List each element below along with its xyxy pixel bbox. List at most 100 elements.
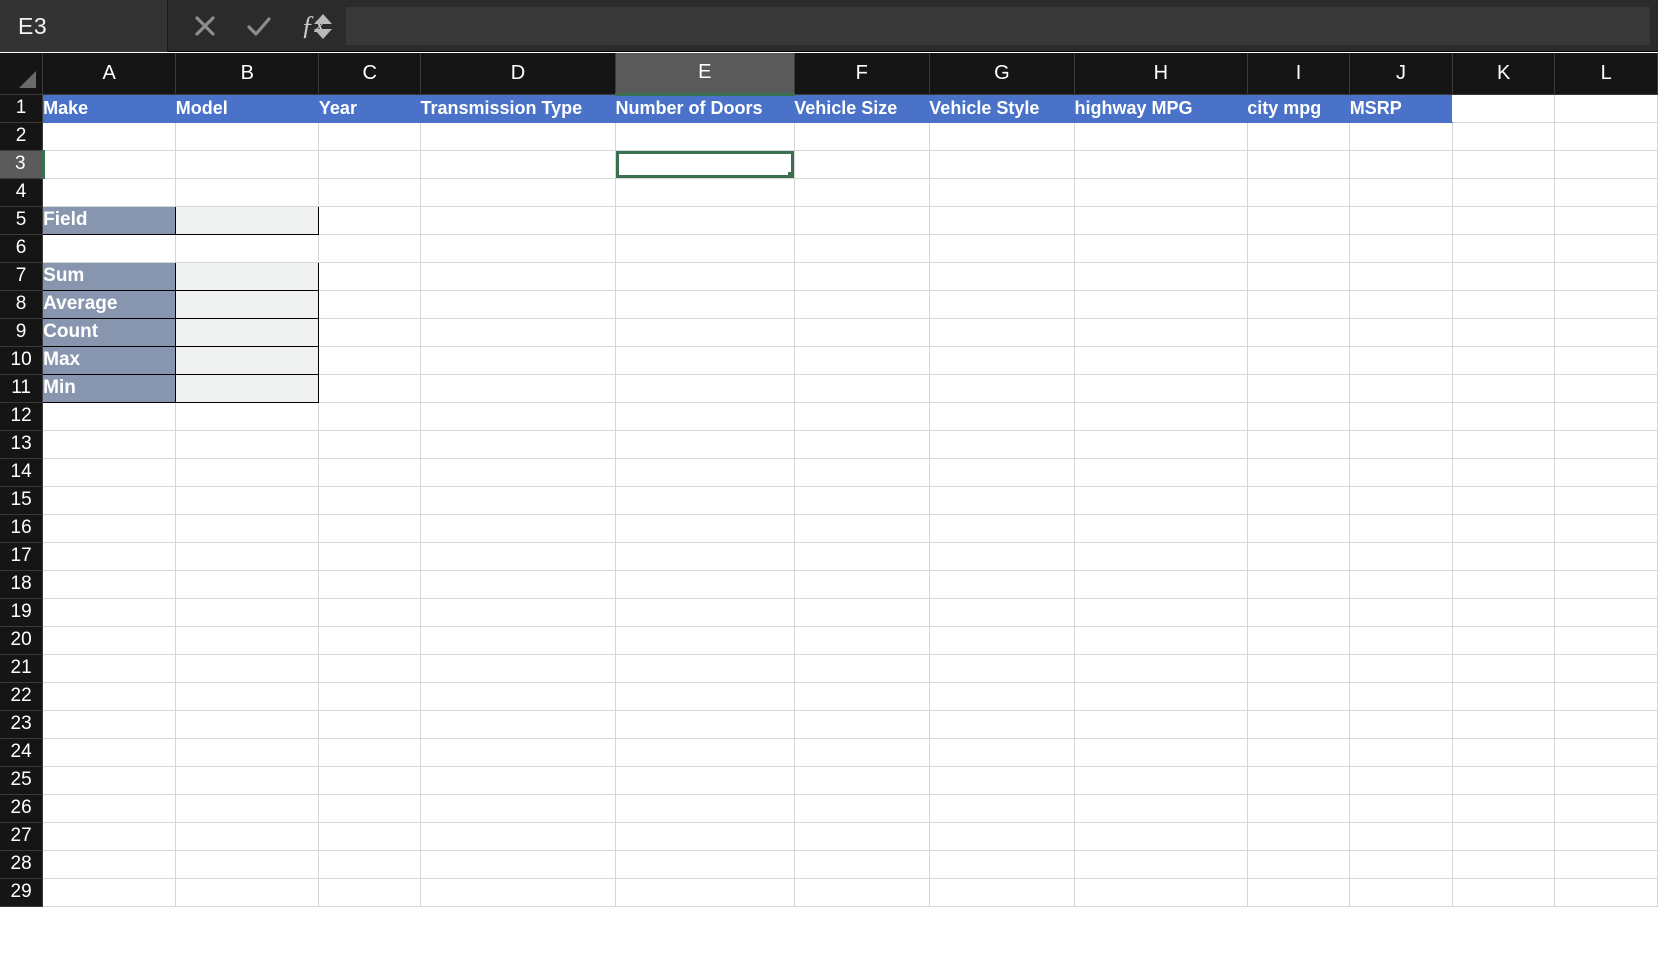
cell-J10[interactable] [1349, 346, 1453, 375]
cell-E20[interactable] [615, 626, 795, 655]
cell-H25[interactable] [1074, 766, 1248, 795]
spreadsheet-grid[interactable]: ABCDEFGHIJKL 1 Make Model Year Transmission … [0, 53, 1658, 958]
triangle-down-icon[interactable] [314, 28, 332, 39]
cell-G3[interactable] [929, 150, 1076, 179]
cell-J4[interactable] [1349, 178, 1453, 207]
cell-I3[interactable] [1247, 150, 1351, 179]
row-header-7[interactable]: 7 [0, 262, 44, 291]
cell-G5[interactable] [929, 206, 1076, 235]
cell-G6[interactable] [929, 234, 1076, 263]
cell-F4[interactable] [794, 178, 930, 207]
cell-E14[interactable] [615, 458, 795, 487]
cell-C5[interactable] [318, 206, 421, 235]
cell-D14[interactable] [420, 458, 616, 487]
cell-G15[interactable] [929, 486, 1076, 515]
cell-B20[interactable] [175, 626, 320, 655]
cell-A21[interactable] [42, 654, 177, 683]
cell-A5[interactable]: Field [42, 205, 177, 235]
cell-J1[interactable]: MSRP [1349, 94, 1453, 123]
cell-L12[interactable] [1554, 402, 1658, 431]
cell-L29[interactable] [1554, 878, 1658, 907]
cell-D3[interactable] [420, 150, 616, 179]
cell-E6[interactable] [615, 234, 795, 263]
cell-D28[interactable] [420, 850, 616, 879]
cell-D2[interactable] [420, 122, 616, 151]
cell-J29[interactable] [1349, 878, 1453, 907]
cell-L11[interactable] [1554, 374, 1658, 403]
cell-G13[interactable] [929, 430, 1076, 459]
cell-G29[interactable] [929, 878, 1076, 907]
cell-A17[interactable] [42, 542, 177, 571]
cell-F17[interactable] [794, 542, 930, 571]
cell-D4[interactable] [420, 178, 616, 207]
cell-C8[interactable] [318, 290, 421, 319]
cell-F25[interactable] [794, 766, 930, 795]
cell-I14[interactable] [1247, 458, 1351, 487]
cell-A13[interactable] [42, 430, 177, 459]
cell-H2[interactable] [1074, 122, 1248, 151]
cell-H11[interactable] [1074, 374, 1248, 403]
cell-F8[interactable] [794, 290, 930, 319]
row-header-14[interactable]: 14 [0, 458, 44, 487]
cell-K24[interactable] [1452, 738, 1556, 767]
column-header-d[interactable]: D [420, 53, 616, 95]
cell-I6[interactable] [1247, 234, 1351, 263]
cell-I4[interactable] [1247, 178, 1351, 207]
cell-A25[interactable] [42, 766, 177, 795]
row-header-13[interactable]: 13 [0, 430, 44, 459]
cell-J3[interactable] [1349, 150, 1453, 179]
cell-G23[interactable] [929, 710, 1076, 739]
cell-C28[interactable] [318, 850, 421, 879]
cell-B26[interactable] [175, 794, 320, 823]
cell-D29[interactable] [420, 878, 616, 907]
row-header-3[interactable]: 3 [0, 150, 45, 179]
cell-J11[interactable] [1349, 374, 1453, 403]
cell-G22[interactable] [929, 682, 1076, 711]
cell-L2[interactable] [1554, 122, 1658, 151]
cell-J15[interactable] [1349, 486, 1453, 515]
cell-J13[interactable] [1349, 430, 1453, 459]
cell-E3[interactable] [615, 150, 795, 179]
cell-J14[interactable] [1349, 458, 1453, 487]
cell-I22[interactable] [1247, 682, 1351, 711]
cell-L13[interactable] [1554, 430, 1658, 459]
cell-A9[interactable]: Count [42, 317, 177, 347]
cell-E9[interactable] [615, 318, 795, 347]
cell-D17[interactable] [420, 542, 616, 571]
cell-G10[interactable] [929, 346, 1076, 375]
row-header-18[interactable]: 18 [0, 570, 44, 599]
cell-H19[interactable] [1074, 598, 1248, 627]
cell-B22[interactable] [175, 682, 320, 711]
cell-A18[interactable] [42, 570, 177, 599]
cell-K1[interactable] [1452, 94, 1556, 123]
column-header-c[interactable]: C [318, 53, 421, 95]
cell-A1[interactable]: Make [42, 94, 176, 123]
cell-J8[interactable] [1349, 290, 1453, 319]
cell-C27[interactable] [318, 822, 421, 851]
cell-D25[interactable] [420, 766, 616, 795]
cell-J12[interactable] [1349, 402, 1453, 431]
cell-L7[interactable] [1554, 262, 1658, 291]
cell-A27[interactable] [42, 822, 177, 851]
cell-G2[interactable] [929, 122, 1076, 151]
cell-B3[interactable] [175, 150, 320, 179]
cell-K27[interactable] [1452, 822, 1556, 851]
cell-A24[interactable] [42, 738, 177, 767]
row-header-1[interactable]: 1 [0, 94, 44, 123]
cell-B28[interactable] [175, 850, 320, 879]
cell-H29[interactable] [1074, 878, 1248, 907]
name-box-input[interactable] [0, 0, 314, 52]
cell-A2[interactable] [42, 122, 177, 151]
cell-E28[interactable] [615, 850, 795, 879]
column-header-g[interactable]: G [929, 53, 1076, 95]
cell-D10[interactable] [420, 346, 616, 375]
cell-K11[interactable] [1452, 374, 1556, 403]
cell-C2[interactable] [318, 122, 421, 151]
row-header-8[interactable]: 8 [0, 290, 44, 319]
cell-C13[interactable] [318, 430, 421, 459]
cell-H6[interactable] [1074, 234, 1248, 263]
cell-K20[interactable] [1452, 626, 1556, 655]
column-header-e[interactable]: E [615, 53, 795, 96]
cell-A10[interactable]: Max [42, 345, 177, 375]
cell-B14[interactable] [175, 458, 320, 487]
